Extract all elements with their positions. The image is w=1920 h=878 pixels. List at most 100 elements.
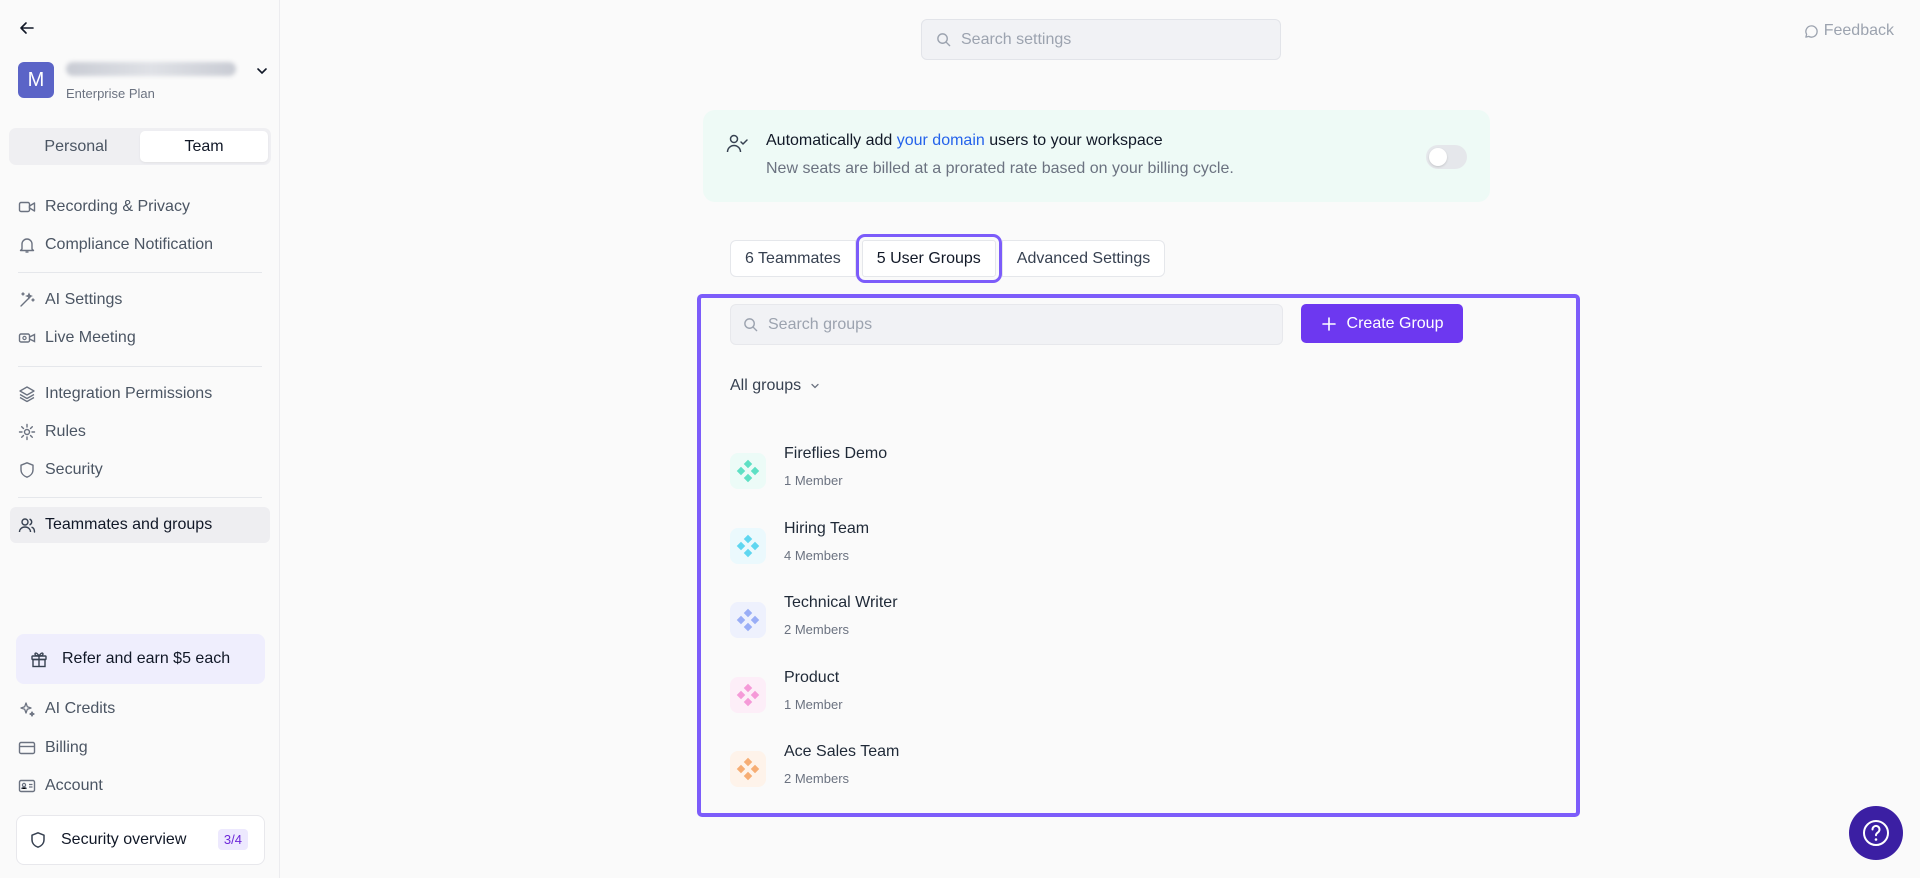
group-member-count: 1 Member [784,696,843,712]
personal-team-switch: Personal Team [9,128,271,165]
your-domain-link[interactable]: your domain [897,132,985,149]
sidebar-item-rules[interactable]: Rules [10,414,270,450]
chevron-down-icon [256,64,268,82]
security-progress-badge: 3/4 [217,829,248,850]
account-email-redacted [66,61,236,76]
refer-earn-banner[interactable]: Refer and earn $5 each [16,634,265,684]
group-name[interactable]: Ace Sales Team [784,743,899,761]
sidebar-item-integration-permissions[interactable]: Integration Permissions [10,376,270,412]
sidebar-item-recording-privacy[interactable]: Recording & Privacy [10,189,270,225]
group-icon [730,676,766,713]
create-group-button[interactable]: Create Group [1301,304,1463,343]
sidebar-item-label: Billing [45,739,88,756]
group-row[interactable]: Ace Sales Team 2 Members [730,743,1430,805]
sidebar-item-label: Teammates and groups [45,516,213,533]
sidebar-item-teammates-groups[interactable]: Teammates and groups [10,507,270,543]
segment-team[interactable]: Team [140,131,268,162]
group-row[interactable]: Hiring Team 4 Members [730,520,1430,582]
bell-icon [18,236,36,254]
help-button[interactable] [1849,806,1903,860]
sidebar-item-label: Rules [45,423,86,440]
feedback-label: Feedback [1823,22,1894,39]
gift-icon [30,650,48,668]
id-card-icon [18,777,36,795]
sidebar-item-live-meeting[interactable]: Live Meeting [10,320,270,356]
groups-filter-label: All groups [730,377,802,394]
sparkles-icon [18,700,36,718]
group-search[interactable] [730,304,1283,345]
group-member-count: 2 Members [784,771,850,786]
settings-search-input[interactable] [961,30,1261,49]
live-meeting-icon [18,329,36,347]
divider [18,272,262,273]
question-circle-icon [1863,820,1889,846]
group-search-input[interactable] [768,315,1248,334]
group-icon [730,453,766,489]
sidebar-item-account[interactable]: Account [10,768,270,804]
sidebar-item-label: Security [45,461,103,478]
banner-title: Automatically add your domain users to y… [766,132,1163,150]
tab-user-groups[interactable]: 5 User Groups [855,234,1002,283]
group-row[interactable]: Technical Writer 2 Members [730,594,1430,656]
auto-add-domain-banner: Automatically add your domain users to y… [703,110,1490,202]
group-row[interactable]: Fireflies Demo 1 Member [730,445,1430,507]
tab-teammates[interactable]: 6 Teammates [730,240,856,277]
group-icon [730,527,766,564]
account-plan: Enterprise Plan [66,85,155,101]
user-check-icon [725,132,749,161]
sidebar-item-ai-credits[interactable]: AI Credits [10,691,270,727]
shield-icon [29,831,47,849]
toggle-knob [1429,148,1447,166]
settings-search[interactable] [921,19,1281,60]
sidebar-item-billing[interactable]: Billing [10,730,270,766]
avatar: M [18,62,54,98]
sidebar-item-security[interactable]: Security [10,452,270,488]
users-icon [18,516,36,534]
search-icon [744,318,758,332]
segment-personal[interactable]: Personal [12,131,140,162]
feedback-button[interactable]: Feedback [1804,22,1894,40]
group-member-count: 4 Members [784,547,850,563]
banner-title-suffix: users to your workspace [984,132,1163,149]
group-name[interactable]: Hiring Team [784,520,869,538]
plus-icon [1321,316,1337,332]
security-overview[interactable]: Security overview 3/4 [16,815,265,865]
banner-title-prefix: Automatically add [766,132,897,149]
banner-subtitle: New seats are billed at a prorated rate … [766,160,1234,177]
account-switcher[interactable]: M Enterprise Plan [18,60,268,101]
credit-card-icon [18,739,36,757]
group-icon [730,602,766,638]
back-button[interactable] [16,17,38,39]
gear-icon [18,423,36,441]
shield-icon [18,461,36,479]
sidebar-item-label: AI Settings [45,291,123,308]
group-name[interactable]: Fireflies Demo [784,445,887,463]
chat-bubble-icon [1804,24,1819,39]
group-name[interactable]: Product [784,669,839,687]
magic-wand-icon [18,291,36,309]
sidebar-item-label: AI Credits [45,700,116,717]
video-camera-icon [18,198,36,216]
group-member-count: 1 Member [784,473,843,488]
arrow-left-icon [20,22,34,34]
refer-label: Refer and earn $5 each [62,650,231,667]
teammates-tabs: 6 Teammates 5 User Groups Advanced Setti… [730,234,1166,283]
chevron-down-icon [809,380,821,392]
sidebar-item-compliance-notification[interactable]: Compliance Notification [10,227,270,263]
auto-add-toggle[interactable] [1426,145,1467,169]
tab-advanced-settings[interactable]: Advanced Settings [1001,240,1166,277]
groups-filter-dropdown[interactable]: All groups [730,377,821,395]
security-overview-label: Security overview [61,831,187,848]
sidebar-item-label: Live Meeting [45,329,136,346]
group-row[interactable]: Product 1 Member [730,669,1430,731]
create-group-label: Create Group [1346,314,1444,332]
sidebar-item-label: Integration Permissions [45,385,213,402]
group-icon [730,751,766,787]
search-icon [937,33,951,47]
sidebar-item-ai-settings[interactable]: AI Settings [10,282,270,318]
sidebar-item-label: Recording & Privacy [45,198,190,215]
group-member-count: 2 Members [784,622,850,637]
divider [18,497,262,498]
sidebar-item-label: Account [45,777,103,794]
group-name[interactable]: Technical Writer [784,594,898,612]
